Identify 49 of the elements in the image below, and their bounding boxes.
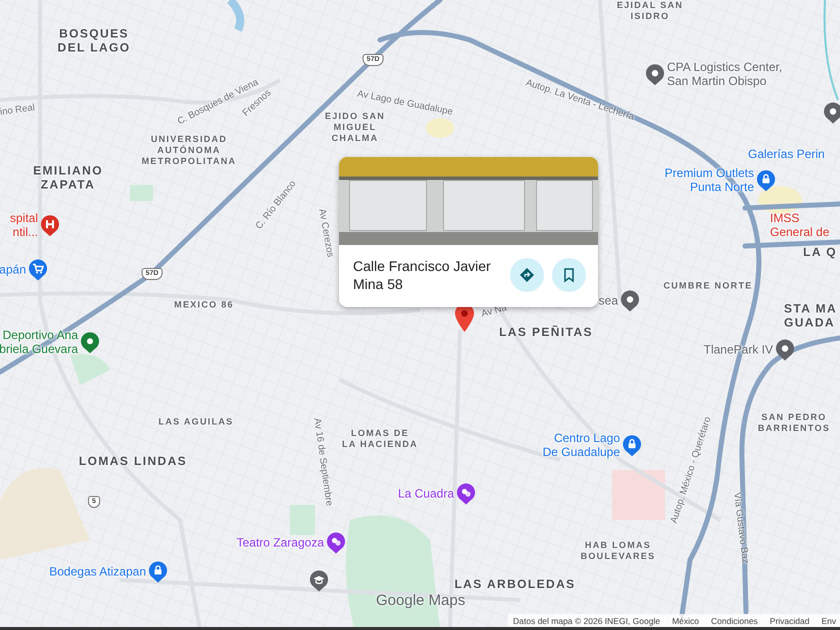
- place-label[interactable]: Centro Lago De Guadalupe: [542, 432, 620, 460]
- place-label[interactable]: Galerías Perin: [748, 148, 825, 162]
- place-label[interactable]: sea: [598, 294, 618, 308]
- footer-link[interactable]: México: [672, 616, 700, 626]
- lake: [227, 0, 244, 32]
- place-label[interactable]: apán: [0, 263, 26, 277]
- place-label[interactable]: Bodegas Atizapan: [49, 565, 146, 579]
- neighborhood-label: SAN PEDRO BARRIENTOS: [758, 412, 830, 434]
- neighborhood-label: MEXICO 86: [174, 300, 234, 310]
- street-label: Av 16 de Septiembre: [311, 417, 335, 507]
- shopping-area: [426, 118, 454, 138]
- directions-icon: [519, 267, 535, 284]
- place-label[interactable]: Premium Outlets Punta Norte: [664, 167, 754, 195]
- google-maps-logo: Google Maps: [376, 592, 466, 609]
- place-label[interactable]: Deportivo Ana briela Guevara: [0, 329, 78, 357]
- neighborhood-label: BOSQUES DEL LAGO: [58, 26, 130, 56]
- neighborhood-label: CUMBRE NORTE: [663, 280, 753, 292]
- shopping-area: [758, 186, 802, 214]
- neighborhood-label: HAB LOMAS BOULEVARES: [580, 540, 656, 562]
- park-area: [130, 185, 153, 201]
- neighborhood-label: LAS AGUILAS: [158, 416, 234, 428]
- place-label[interactable]: spital ntil...: [10, 212, 38, 240]
- place-label[interactable]: CPA Logistics Center, San Martin Obispo: [667, 61, 782, 89]
- neighborhood-label: LA Q: [803, 244, 837, 260]
- neighborhood-label: LAS ARBOLEDAS: [454, 576, 576, 592]
- footer-link[interactable]: Condiciones: [711, 616, 758, 626]
- park-area: [70, 354, 110, 385]
- directions-button[interactable]: [510, 258, 544, 292]
- hospital-area: [612, 470, 665, 520]
- neighborhood-label: EJIDO SAN MIGUEL CHALMA: [324, 110, 386, 144]
- save-button[interactable]: [552, 258, 586, 292]
- street-label: Vía Gustavo Baz: [731, 492, 751, 564]
- place-title: Calle Francisco Javier Mina 58: [353, 257, 492, 294]
- map-attribution: Datos del mapa © 2026 INEGI, Google: [513, 616, 660, 626]
- street-label: ino Real: [0, 102, 36, 118]
- neighborhood-label: EMILIANO ZAPATA: [33, 164, 103, 192]
- neighborhood-label: STA MA GUADA: [784, 302, 838, 330]
- place-label[interactable]: La Cuadra: [398, 487, 454, 501]
- footer-link[interactable]: Env: [821, 616, 836, 626]
- neighborhood-label: LOMAS LINDAS: [78, 454, 188, 468]
- neighborhood-label: LOMAS DE LA HACIENDA: [342, 428, 418, 450]
- neighborhood-label: UNIVERSIDAD AUTÓNOMA METROPOLITANA: [142, 134, 236, 166]
- street-label: Av Cerezos: [316, 208, 336, 258]
- neighborhood-label: LAS PEÑITAS: [499, 324, 593, 340]
- place-label[interactable]: IMSS General de: [770, 212, 830, 240]
- footer-link[interactable]: Privacidad: [770, 616, 810, 626]
- park-area: [290, 505, 315, 535]
- neighborhood-label: EJIDAL SAN ISIDRO: [616, 0, 684, 22]
- place-label[interactable]: Teatro Zaragoza: [236, 536, 324, 550]
